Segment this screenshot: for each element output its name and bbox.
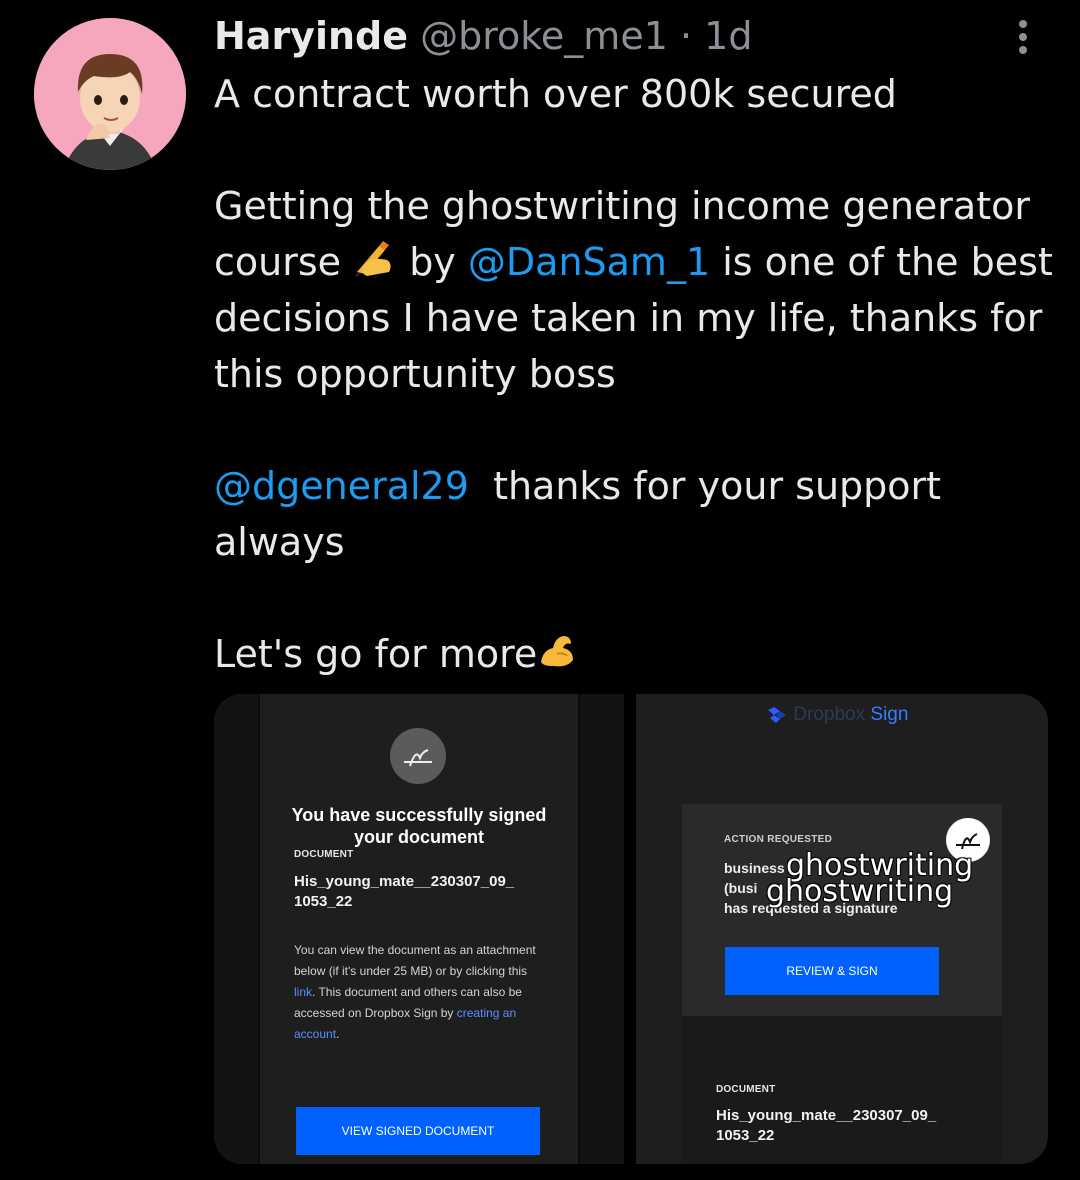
tweet-line: course by @DanSam_1 is one of the best — [214, 234, 1064, 290]
phone-frame-right — [578, 694, 624, 1164]
tweet-text-fragment: course — [214, 240, 354, 284]
media-image-left[interactable]: You have successfully signed your docume… — [214, 694, 624, 1164]
dropbox-logo-icon — [768, 706, 786, 723]
tweet-line: always — [214, 520, 345, 564]
tweet-line: @dgeneral29 thanks for your support — [214, 458, 1064, 514]
more-options-icon[interactable] — [1010, 16, 1036, 56]
action-card: ACTION REQUESTED business (busi has requ… — [682, 804, 1002, 1016]
document-name-line: 1053_22 — [716, 1127, 775, 1144]
tweet-line: this opportunity boss — [214, 352, 616, 396]
phone-frame-left — [214, 694, 260, 1164]
tweet-media[interactable]: You have successfully signed your docume… — [214, 694, 1048, 1164]
tweet-line: decisions I have taken in my life, thank… — [214, 296, 1043, 340]
requester-email[interactable]: (busi — [724, 880, 757, 896]
view-signed-document-button[interactable]: VIEW SIGNED DOCUMENT — [296, 1107, 540, 1155]
tweet-line: Getting the ghostwriting income generato… — [214, 184, 1030, 228]
flexed-biceps-icon — [537, 629, 577, 685]
document-name: His_young_mate__230307_09_ 1053_22 — [294, 872, 514, 912]
document-name-line: His_young_mate__230307_09_ — [294, 873, 515, 890]
document-name-line: 1053_22 — [294, 893, 353, 910]
tweet-age[interactable]: 1d — [704, 14, 752, 58]
dropbox-sign-logo: Dropbox Sign — [766, 704, 908, 726]
overlay-text: ghostwriting — [766, 874, 954, 909]
author-name[interactable]: Haryinde — [214, 14, 408, 58]
writing-hand-icon — [353, 237, 397, 293]
signature-icon — [390, 728, 446, 784]
document-description: You can view the document as an attachme… — [294, 940, 544, 1045]
avatar[interactable] — [34, 18, 186, 170]
body-text: You can view the document as an attachme… — [294, 943, 536, 978]
success-title: You have successfully signed your docume… — [291, 805, 547, 847]
avatar-illustration — [34, 18, 186, 170]
separator-dot: · — [679, 14, 693, 58]
tweet-text-fragment: is one of the best — [710, 240, 1053, 284]
document-label: DOCUMENT — [294, 849, 354, 860]
tweet-text-fragment: thanks for your support — [468, 464, 942, 508]
review-and-sign-button[interactable]: REVIEW & SIGN — [725, 947, 939, 995]
tweet-line: A contract worth over 800k secured — [214, 72, 897, 116]
tweet-header: Haryinde @broke_me1 · 1d — [214, 14, 752, 58]
mention-link[interactable]: @dgeneral29 — [214, 464, 469, 508]
brand-name: Dropbox — [793, 704, 871, 725]
author-handle[interactable]: @broke_me1 — [420, 14, 668, 58]
brand-sign: Sign — [870, 704, 909, 725]
action-requested-label: ACTION REQUESTED — [724, 834, 833, 845]
document-name-line: His_young_mate__230307_09_ — [716, 1107, 937, 1124]
media-image-right[interactable]: Dropbox Sign ACTION REQUESTED business (… — [636, 694, 1048, 1164]
tweet-text-fragment: Let's go for more — [214, 632, 538, 676]
document-name: His_young_mate__230307_09_ 1053_22 — [716, 1106, 936, 1146]
document-card: DOCUMENT His_young_mate__230307_09_ 1053… — [682, 1016, 1002, 1164]
mention-link[interactable]: @DanSam_1 — [468, 240, 710, 284]
view-link[interactable]: link — [294, 985, 312, 999]
body-text: . — [336, 1027, 340, 1041]
tweet-text-fragment: by — [397, 240, 468, 284]
tweet-text: A contract worth over 800k secured Getti… — [214, 66, 1064, 682]
tweet-line: Let's go for more — [214, 626, 1064, 682]
document-label: DOCUMENT — [716, 1084, 776, 1095]
